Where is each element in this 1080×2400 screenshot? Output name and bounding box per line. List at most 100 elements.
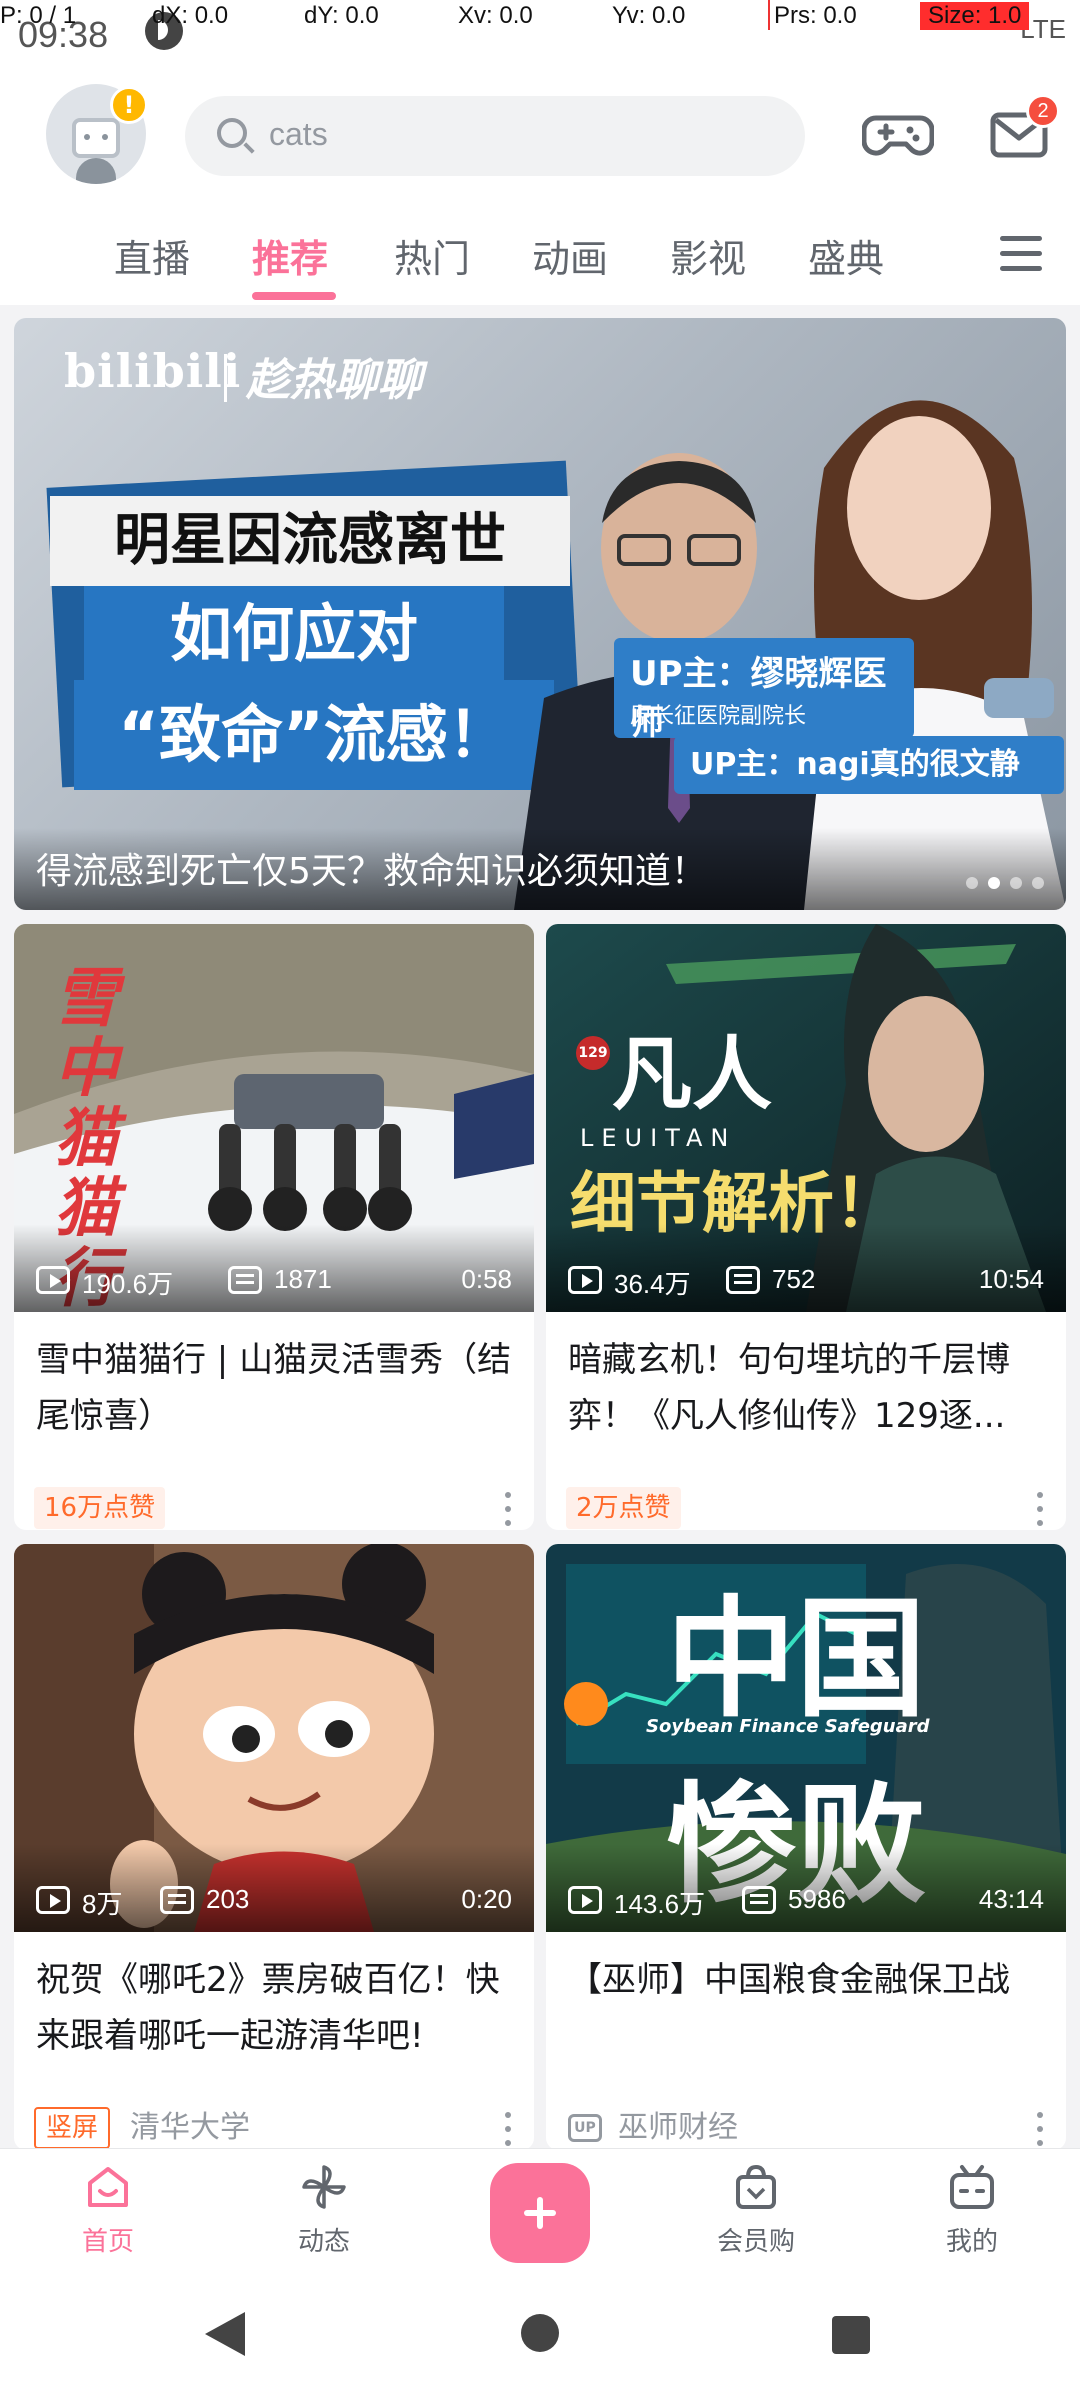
pointer-dx: dX: 0.0 bbox=[152, 2, 229, 29]
video-duration: 0:20 bbox=[461, 1884, 512, 1914]
thumb-subtitle-text: LEUITAN bbox=[580, 1124, 737, 1152]
pointer-yv: Yv: 0.0 bbox=[612, 2, 686, 29]
banner-headline-3: “致命”流感！ bbox=[74, 680, 554, 790]
author-name[interactable]: 清华大学 bbox=[130, 2107, 250, 2149]
video-thumbnail[interactable]: 129 凡人 LEUITAN 细节解析！ 36.4万 752 10:54 bbox=[546, 924, 1066, 1312]
nav-dynamic[interactable]: 动态 bbox=[254, 2155, 394, 2265]
dot bbox=[505, 2126, 511, 2132]
tab-hot[interactable]: 热门 bbox=[394, 228, 470, 283]
dot bbox=[1037, 2126, 1043, 2132]
top-header: ! cats 2 直播 推荐 热门 动画 影视 盛典 bbox=[0, 70, 1080, 305]
video-title[interactable]: 暗藏玄机！句句埋坑的千层博弈！《凡人修仙传》129逐... bbox=[568, 1332, 1048, 1444]
banner-tagline: 趁热聊聊 bbox=[246, 355, 422, 406]
back-icon[interactable] bbox=[205, 2312, 245, 2356]
dot bbox=[505, 1492, 511, 1498]
tab-film[interactable]: 影视 bbox=[670, 228, 746, 283]
dot bbox=[505, 2112, 511, 2118]
tab-awards[interactable]: 盛典 bbox=[808, 228, 884, 283]
video-duration: 0:58 bbox=[461, 1264, 512, 1294]
publish-button[interactable] bbox=[490, 2163, 590, 2263]
dot bbox=[1037, 1492, 1043, 1498]
thumb-title-text: 凡人 bbox=[612, 1027, 772, 1121]
bottom-navigation: 首页 动态 会员购 我的 bbox=[0, 2148, 1080, 2272]
video-card[interactable]: 雪中猫猫行 190.6万 1871 0:58 雪中猫猫行 | 山猫灵活雪秀（结尾… bbox=[14, 924, 534, 1530]
danmaku-count: 203 bbox=[206, 1884, 250, 1914]
video-card[interactable]: 8万 203 0:20 祝贺《哪吒2》票房破百亿！快来跟着哪吒一起游清华吧! 竖… bbox=[14, 1544, 534, 2150]
banner-headline-2: 如何应对 bbox=[84, 586, 504, 682]
pagination-dot[interactable] bbox=[966, 877, 978, 889]
menu-icon[interactable] bbox=[1000, 236, 1042, 272]
more-options-icon[interactable] bbox=[1036, 1492, 1044, 1526]
video-title[interactable]: 【巫师】中国粮食金融保卫战 bbox=[568, 1952, 1048, 2008]
tab-recommend[interactable]: 推荐 bbox=[252, 228, 328, 283]
danmaku-count: 752 bbox=[772, 1264, 816, 1294]
dot bbox=[1037, 2112, 1043, 2118]
menu-line bbox=[1000, 236, 1042, 241]
nav-label: 动态 bbox=[297, 2227, 350, 2257]
video-duration: 43:14 bbox=[978, 1884, 1044, 1914]
video-thumbnail[interactable]: 中国 Soybean Finance Safeguard 惨败 143.6万 5… bbox=[546, 1544, 1066, 1932]
avatar-body bbox=[76, 158, 116, 184]
video-thumbnail[interactable]: 雪中猫猫行 190.6万 1871 0:58 bbox=[14, 924, 534, 1312]
tab-live[interactable]: 直播 bbox=[114, 228, 190, 283]
active-tab-indicator bbox=[252, 292, 336, 300]
category-tabs: 直播 推荐 热门 动画 影视 盛典 bbox=[0, 210, 1080, 305]
video-title[interactable]: 祝贺《哪吒2》票房破百亿！快来跟着哪吒一起游清华吧! bbox=[36, 1952, 516, 2064]
game-controller-icon[interactable] bbox=[862, 108, 934, 164]
nav-label: 首页 bbox=[81, 2227, 134, 2257]
like-badge: 16万点赞 bbox=[34, 1487, 166, 1529]
danmaku-icon bbox=[228, 1266, 262, 1294]
danmaku-count: 5986 bbox=[788, 1884, 846, 1914]
dot bbox=[1037, 1506, 1043, 1512]
up-tag-1: UP主：缪晓辉医师 原长征医院副院长 bbox=[614, 638, 914, 743]
app-screen: 09:38 LTE P: 0 / 1 dX: 0.0 dY: 0.0 Xv: 0… bbox=[0, 0, 1080, 2400]
recent-apps-icon[interactable] bbox=[832, 2316, 870, 2354]
pagination-dot-active[interactable] bbox=[988, 877, 1000, 889]
pointer-pressure: Prs: 0.0 bbox=[774, 2, 857, 29]
menu-line bbox=[1000, 266, 1042, 271]
video-card[interactable]: 129 凡人 LEUITAN 细节解析！ 36.4万 752 10:54 暗藏玄… bbox=[546, 924, 1066, 1530]
thumb-number-badge: 129 bbox=[576, 1036, 610, 1070]
featured-banner[interactable]: bilibili 趁热聊聊 明星因流感离世 如何应对 “致命”流感！ UP主：缪… bbox=[14, 318, 1066, 910]
video-thumbnail[interactable]: 8万 203 0:20 bbox=[14, 1544, 534, 1932]
play-count-icon bbox=[568, 1886, 602, 1914]
author-name[interactable]: 巫师财经 bbox=[618, 2107, 738, 2149]
menu-line bbox=[1000, 251, 1042, 256]
more-options-icon[interactable] bbox=[1036, 2112, 1044, 2146]
video-title[interactable]: 雪中猫猫行 | 山猫灵活雪秀（结尾惊喜） bbox=[36, 1332, 516, 1444]
tab-anime[interactable]: 动画 bbox=[532, 228, 608, 283]
video-stats: 143.6万 5986 43:14 bbox=[568, 1884, 1044, 1920]
danmaku-icon bbox=[160, 1886, 194, 1914]
dot bbox=[505, 1520, 511, 1526]
pagination-dot[interactable] bbox=[1032, 877, 1044, 889]
system-navigation-bar bbox=[0, 2272, 1080, 2400]
vertical-screen-badge: 竖屏 bbox=[34, 2107, 111, 2149]
pointer-size: Size: 1.0 bbox=[920, 2, 1030, 30]
pagination-dot[interactable] bbox=[1010, 877, 1022, 889]
home-circle-icon[interactable] bbox=[521, 2314, 559, 2352]
logo-divider bbox=[224, 354, 227, 402]
more-options-icon[interactable] bbox=[504, 1492, 512, 1526]
video-duration: 10:54 bbox=[978, 1264, 1044, 1294]
dot bbox=[505, 2140, 511, 2146]
banner-caption: 得流感到死亡仅5天？救命知识必须知道！ bbox=[36, 851, 707, 892]
search-input[interactable]: cats bbox=[185, 96, 805, 176]
tv-profile-icon bbox=[950, 2165, 994, 2209]
nav-shop[interactable]: 会员购 bbox=[686, 2155, 826, 2265]
nav-home[interactable]: 首页 bbox=[38, 2155, 178, 2265]
pointer-divider bbox=[768, 0, 770, 30]
pointer-count: P: 0 / 1 bbox=[0, 2, 77, 29]
tv-mascot-icon bbox=[72, 118, 120, 158]
up-1-title: 原长征医院副院长 bbox=[630, 704, 807, 729]
dot bbox=[505, 1506, 511, 1512]
play-count-icon bbox=[36, 1886, 70, 1914]
home-icon bbox=[88, 2167, 128, 2207]
view-count: 143.6万 bbox=[614, 1889, 706, 1919]
video-card[interactable]: 中国 Soybean Finance Safeguard 惨败 143.6万 5… bbox=[546, 1544, 1066, 2150]
video-stats: 8万 203 0:20 bbox=[36, 1884, 512, 1920]
more-options-icon[interactable] bbox=[504, 2112, 512, 2146]
messages-badge: 2 bbox=[1026, 94, 1060, 128]
banner-headline-1: 明星因流感离世 bbox=[50, 496, 570, 586]
view-count: 36.4万 bbox=[614, 1269, 691, 1299]
nav-profile[interactable]: 我的 bbox=[902, 2155, 1042, 2265]
